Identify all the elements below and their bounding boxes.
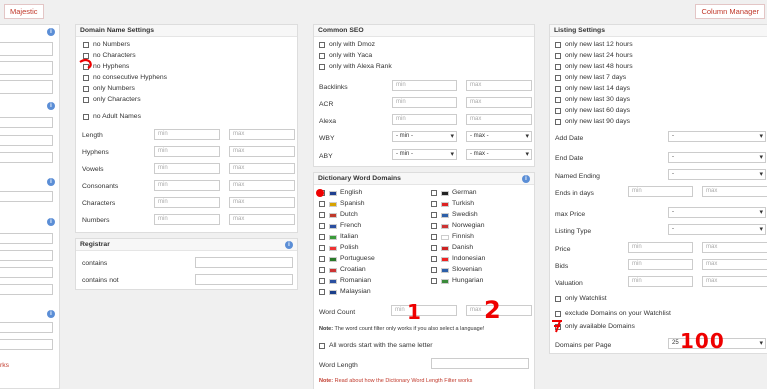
annotation-per-page: 100 [680,329,725,353]
annotation-mark-hyphens [79,58,92,69]
annotation-overlay [79,58,562,333]
annotation-word-min: 1 [407,300,421,324]
annotation-mark-english [316,189,324,197]
annotation-word-max: 2 [484,296,501,324]
annotation-mark-available [552,320,562,333]
